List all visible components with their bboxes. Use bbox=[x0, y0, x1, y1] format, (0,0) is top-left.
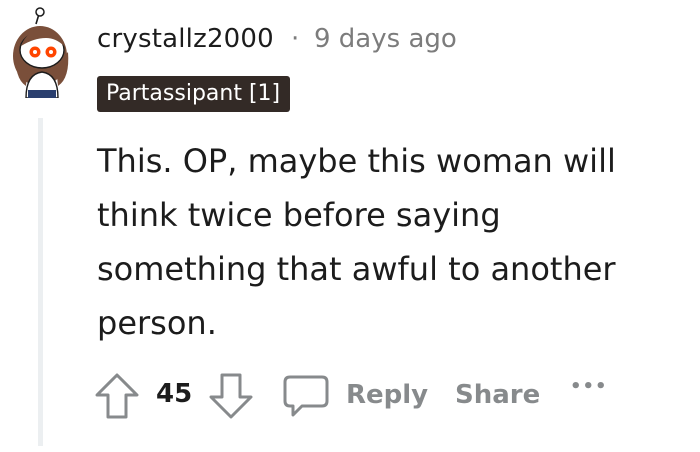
meta-separator: · bbox=[291, 24, 300, 54]
comment-actions: 45 Reply Share ••• bbox=[0, 368, 700, 428]
username[interactable]: crystallz2000 bbox=[97, 24, 274, 54]
reply-button[interactable]: Reply bbox=[282, 374, 428, 422]
reply-label: Reply bbox=[346, 380, 429, 410]
user-flair: Partassipant [1] bbox=[97, 76, 291, 112]
more-options-icon[interactable]: ••• bbox=[570, 376, 608, 397]
downvote-button[interactable] bbox=[208, 372, 254, 424]
avatar-icon bbox=[13, 7, 69, 99]
upvote-button[interactable] bbox=[94, 372, 140, 424]
comment-body: This. OP, maybe this woman will think tw… bbox=[97, 142, 616, 342]
comment-bubble-icon bbox=[283, 375, 329, 417]
timestamp[interactable]: 9 days ago bbox=[314, 24, 457, 54]
share-button[interactable]: Share bbox=[455, 380, 540, 410]
vote-count: 45 bbox=[156, 379, 193, 409]
avatar[interactable] bbox=[6, 6, 78, 99]
downvote-arrow-icon bbox=[209, 373, 253, 419]
upvote-arrow-icon bbox=[95, 373, 139, 419]
